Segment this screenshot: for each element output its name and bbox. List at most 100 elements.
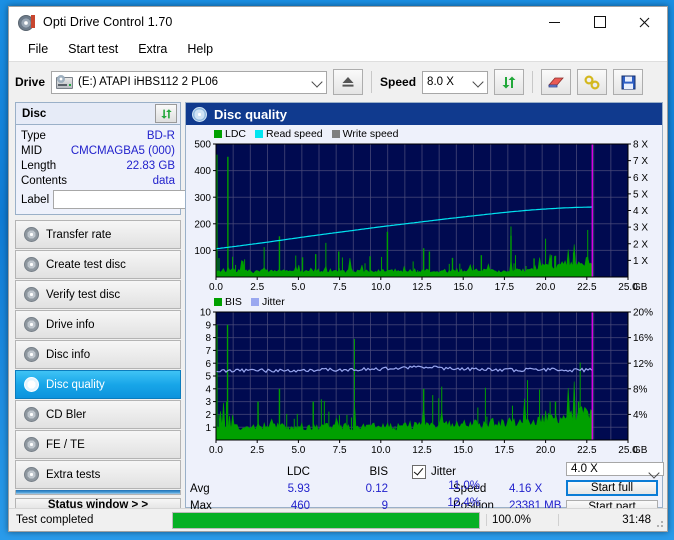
speed-select[interactable]: 8.0 X <box>422 70 489 94</box>
svg-text:17.5: 17.5 <box>495 282 515 293</box>
disc-quality-icon <box>192 106 207 122</box>
svg-text:1: 1 <box>205 423 211 434</box>
close-button[interactable] <box>622 7 667 37</box>
svg-text:200: 200 <box>194 219 211 230</box>
top-chart-legend: LDC Read speed Write speed <box>190 127 658 140</box>
svg-text:15.0: 15.0 <box>453 282 473 293</box>
disc-value: data <box>152 174 175 187</box>
svg-text:20.0: 20.0 <box>536 282 556 293</box>
menu-start-test[interactable]: Start test <box>59 39 127 59</box>
minimize-button[interactable] <box>532 7 577 37</box>
jitter-header: Jitter <box>412 463 480 480</box>
svg-text:10: 10 <box>200 308 212 319</box>
maximize-icon <box>593 16 606 28</box>
svg-text:4: 4 <box>205 384 211 395</box>
sidebar-item-extra-tests[interactable]: Extra tests <box>15 460 181 489</box>
legend-label: Read speed <box>266 127 323 140</box>
svg-text:2: 2 <box>205 410 211 421</box>
progress-percent: 100.0% <box>486 514 554 526</box>
stats-col-ldc: LDC <box>286 465 310 478</box>
svg-text:5: 5 <box>205 372 211 383</box>
speed-readout-value: 4.16 X <box>509 482 543 495</box>
menu-extra[interactable]: Extra <box>129 39 176 59</box>
refresh-button[interactable] <box>494 69 525 95</box>
disc-refresh-button[interactable] <box>155 104 177 123</box>
eject-button[interactable] <box>333 69 364 95</box>
svg-text:2 X: 2 X <box>633 239 648 250</box>
drive-label: Drive <box>15 75 46 89</box>
minimize-icon <box>549 21 560 23</box>
svg-text:6: 6 <box>205 359 211 370</box>
ldc-max-value: 460 <box>290 499 310 512</box>
test-speed-select[interactable]: 4.0 X <box>566 462 664 479</box>
drive-select-value: (E:) ATAPI iHBS112 2 PL06 <box>78 76 219 88</box>
sidebar-item-transfer-rate[interactable]: Transfer rate <box>15 220 181 249</box>
sidebar-item-verify-test-disc[interactable]: Verify test disc <box>15 280 181 309</box>
menu-bar: File Start test Extra Help <box>9 37 667 62</box>
svg-text:8: 8 <box>205 333 211 344</box>
menu-help[interactable]: Help <box>178 39 222 59</box>
svg-text:16%: 16% <box>633 333 653 344</box>
sidebar-item-cd-bler[interactable]: CD Bler <box>15 400 181 429</box>
svg-text:7.5: 7.5 <box>333 282 347 293</box>
svg-text:20%: 20% <box>633 308 653 319</box>
bottom-chart: 1 2 3 4 5 6 7 8 9 10 4% 8% 12% 16% 20% 0.0 2.5 5.0 7.5 10.0… <box>190 308 658 458</box>
svg-text:8 X: 8 X <box>633 140 648 151</box>
status-bar: Test completed 100.0% 31:48 <box>9 508 667 531</box>
svg-text:400: 400 <box>194 166 211 177</box>
sidebar-item-create-test-disc[interactable]: Create test disc <box>15 250 181 279</box>
drive-select[interactable]: (E:) ATAPI iHBS112 2 PL06 <box>51 70 328 94</box>
start-full-button[interactable]: Start full <box>566 480 658 496</box>
legend-item-jitter: Jitter <box>250 296 285 308</box>
resize-grip[interactable] <box>654 518 664 528</box>
sidebar-item-disc-quality[interactable]: Disc quality <box>15 370 181 399</box>
eject-icon <box>342 77 354 87</box>
application-window: Opti Drive Control 1.70 File Start test … <box>8 6 668 532</box>
svg-text:20.0: 20.0 <box>536 445 556 456</box>
bis-avg-value: 0.12 <box>365 482 388 495</box>
jitter-label: Jitter <box>431 465 456 478</box>
svg-text:12%: 12% <box>633 359 653 370</box>
jitter-avg-value: 11.0% <box>448 480 480 492</box>
eraser-icon <box>548 77 564 88</box>
save-button[interactable] <box>613 69 644 95</box>
bottom-chart-legend: BIS Jitter <box>190 295 658 308</box>
sidebar-item-disc-info[interactable]: Disc info <box>15 340 181 369</box>
charts-container: LDC Read speed Write speed 100 200 300 400 5… <box>186 125 662 458</box>
svg-text:22.5: 22.5 <box>577 282 597 293</box>
bis-max-value: 9 <box>381 499 388 512</box>
disc-value: 22.83 GB <box>126 159 175 172</box>
stats-header-row: LDC BIS <box>190 463 388 480</box>
menu-file[interactable]: File <box>19 39 57 59</box>
svg-text:2.5: 2.5 <box>250 282 264 293</box>
legend-label: Write speed <box>342 127 399 140</box>
stats-right: Speed 4.16 X Position 23381 MB Samples 3… <box>453 461 664 529</box>
legend-swatch-write-speed <box>331 129 340 138</box>
legend-swatch-read-speed <box>255 129 264 138</box>
svg-text:8%: 8% <box>633 384 648 395</box>
tools-button[interactable] <box>577 69 608 95</box>
svg-text:22.5: 22.5 <box>577 445 597 456</box>
svg-text:0.0: 0.0 <box>209 445 223 456</box>
sidebar-item-label: Disc quality <box>46 378 105 391</box>
jitter-checkbox[interactable] <box>412 464 426 479</box>
window-title: Opti Drive Control 1.70 <box>43 15 173 29</box>
svg-text:12.5: 12.5 <box>412 445 432 456</box>
sidebar-item-drive-info[interactable]: Drive info <box>15 310 181 339</box>
stats-col-bis: BIS <box>369 465 388 478</box>
disc-key: Contents <box>21 174 68 187</box>
sidebar-item-fe-te[interactable]: FE / TE <box>15 430 181 459</box>
test-controls: 4.0 X Start full Start part <box>566 461 664 514</box>
maximize-button[interactable] <box>577 7 622 37</box>
window-controls <box>532 7 667 37</box>
svg-text:7.5: 7.5 <box>333 445 347 456</box>
svg-text:12.5: 12.5 <box>412 282 432 293</box>
erase-button[interactable] <box>541 69 572 95</box>
disc-key: MID <box>21 144 43 157</box>
stats-row-label: Avg <box>190 482 210 495</box>
disc-row-type: Type BD-R <box>21 128 175 143</box>
svg-text:GB: GB <box>633 282 648 293</box>
svg-text:100: 100 <box>194 246 211 257</box>
disc-value: BD-R <box>146 129 175 142</box>
chevron-down-icon <box>311 75 323 88</box>
